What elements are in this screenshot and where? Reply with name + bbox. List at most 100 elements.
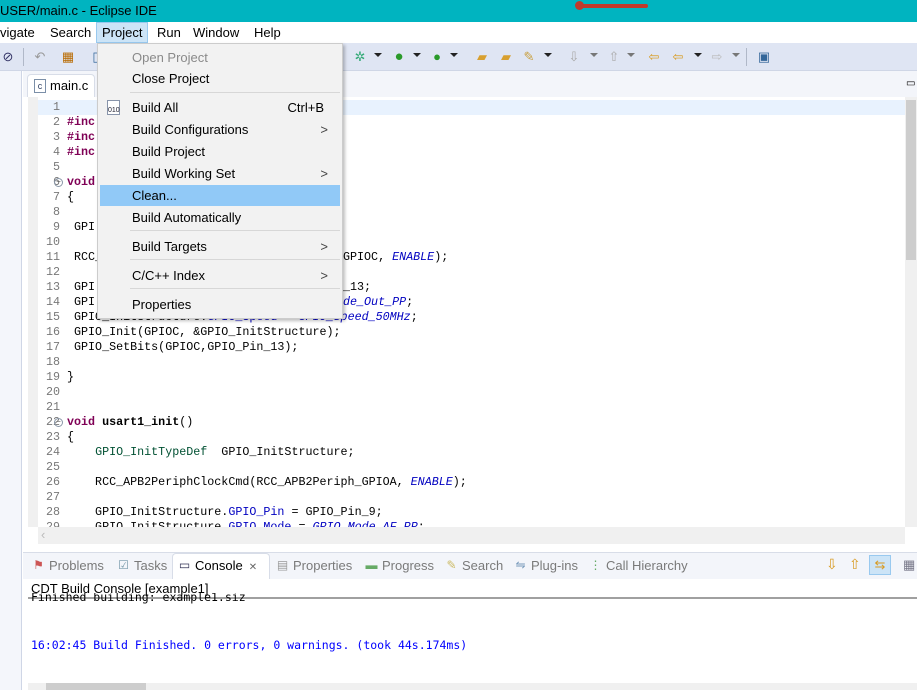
progress-icon: ▬ bbox=[365, 558, 378, 572]
tab-main-c[interactable]: c main.c bbox=[27, 74, 95, 97]
editor-scroll-thumb[interactable] bbox=[906, 100, 916, 260]
scroll-lock-down-icon[interactable]: ⇩ bbox=[826, 556, 838, 573]
menu-item-build-working-set[interactable]: Build Working Set > bbox=[100, 163, 340, 184]
menu-item-build-configurations[interactable]: Build Configurations > bbox=[100, 119, 340, 140]
console-scroll-thumb[interactable] bbox=[46, 683, 146, 690]
menu-item-c-c-index[interactable]: C/C++ Index > bbox=[100, 265, 340, 286]
tab-search[interactable]: ✎ Search bbox=[444, 557, 503, 575]
menu-item-properties[interactable]: Properties bbox=[100, 294, 340, 315]
console-icon: ▭ bbox=[178, 558, 191, 572]
line-number: 21 bbox=[45, 400, 60, 414]
menu-navigate[interactable]: vigate bbox=[0, 22, 40, 43]
code-line[interactable]: 20 bbox=[28, 385, 905, 400]
skip-breakpoints-icon[interactable]: ⊘ bbox=[0, 49, 16, 65]
line-number: 9 bbox=[52, 220, 60, 234]
code-text: { bbox=[67, 190, 75, 204]
open-project-icon[interactable]: ▰ bbox=[474, 49, 490, 65]
tab-plug-ins[interactable]: ⇋ Plug-ins bbox=[513, 557, 578, 575]
tab-problems[interactable]: ⚑ Problems bbox=[31, 557, 104, 575]
next-annotation-dropdown[interactable] bbox=[590, 53, 598, 57]
code-line[interactable]: 17 GPIO_SetBits(GPIOC,GPIO_Pin_13); bbox=[28, 340, 905, 355]
menu-help[interactable]: Help bbox=[249, 22, 286, 43]
menu-item-label: Build Targets bbox=[132, 239, 207, 254]
code-text: GPIO_Init(GPIOC, &GPIO_InitStructure); bbox=[67, 325, 341, 339]
tab-tasks[interactable]: ☑ Tasks bbox=[116, 557, 167, 575]
menu-search[interactable]: Search bbox=[45, 22, 96, 43]
debug-icon[interactable]: ✲ bbox=[352, 49, 368, 65]
back-icon[interactable]: ⇦ bbox=[670, 49, 686, 65]
code-line[interactable]: 16 GPIO_Init(GPIOC, &GPIO_InitStructure)… bbox=[28, 325, 905, 340]
code-line[interactable]: 18 bbox=[28, 355, 905, 370]
run-icon[interactable]: ● bbox=[391, 49, 407, 65]
menu-window[interactable]: Window bbox=[188, 22, 244, 43]
menu-item-label: Build Configurations bbox=[132, 122, 249, 137]
line-number: 4 bbox=[52, 145, 60, 159]
code-line[interactable]: 29 GPIO_InitStructure.GPIO_Mode = GPIO_M… bbox=[28, 520, 905, 527]
menu-item-build-targets[interactable]: Build Targets > bbox=[100, 236, 340, 257]
code-text: GPI bbox=[67, 220, 96, 234]
tab-console[interactable]: ▭ Console ✕ bbox=[177, 557, 257, 575]
editor-ruler bbox=[28, 97, 38, 527]
forward-dropdown[interactable] bbox=[732, 53, 740, 57]
line-number: 12 bbox=[45, 265, 60, 279]
code-line[interactable]: 26 RCC_APB2PeriphClockCmd(RCC_APB2Periph… bbox=[28, 475, 905, 490]
code-line[interactable]: 19} bbox=[28, 370, 905, 385]
menu-project[interactable]: Project bbox=[96, 22, 149, 43]
fold-toggle-icon[interactable]: − bbox=[54, 418, 63, 427]
prev-annotation-icon[interactable]: ⇧ bbox=[606, 49, 622, 65]
code-line[interactable]: 23 { bbox=[28, 430, 905, 445]
undo-icon[interactable]: ↶ bbox=[32, 49, 48, 65]
minimize-editor-icon[interactable]: ▭ bbox=[906, 78, 915, 89]
tab-call-hierarchy[interactable]: ⋮ Call Hierarchy bbox=[588, 557, 688, 575]
fold-toggle-icon[interactable]: − bbox=[54, 178, 63, 187]
editor-horizontal-scrollbar[interactable]: ‹ bbox=[38, 527, 905, 544]
menu-item-build-project[interactable]: Build Project bbox=[100, 141, 340, 162]
build-icon[interactable]: ▦ bbox=[60, 49, 76, 65]
menu-item-label: Properties bbox=[132, 297, 192, 312]
line-number: 15 bbox=[45, 310, 60, 324]
code-line[interactable]: 24 GPIO_InitTypeDef GPIO_InitStructure; bbox=[28, 445, 905, 460]
display-console-icon[interactable]: ▦ bbox=[903, 557, 915, 573]
menu-bar: vigate Search Project Run Window Help bbox=[0, 22, 917, 43]
forward-icon[interactable]: ⇨ bbox=[709, 49, 725, 65]
line-number: 19 bbox=[45, 370, 60, 384]
menu-item-close-project[interactable]: Close Project bbox=[100, 68, 340, 89]
line-number: 16 bbox=[45, 325, 60, 339]
code-text: GPIO_InitStructure.GPIO_Mode = GPIO_Mode… bbox=[67, 520, 425, 527]
call-hierarchy-icon: ⋮ bbox=[589, 558, 602, 572]
external-tools-icon[interactable]: ● bbox=[429, 49, 445, 65]
line-number: 29 bbox=[45, 520, 60, 527]
code-line[interactable]: 21 bbox=[28, 400, 905, 415]
code-line[interactable]: 27 bbox=[28, 490, 905, 505]
menu-item-build-all[interactable]: 010 Build All Ctrl+B bbox=[100, 97, 340, 118]
word-wrap-toggle-icon[interactable]: ⇆ bbox=[869, 555, 891, 575]
tab-label: Tasks bbox=[134, 558, 168, 573]
next-annotation-icon[interactable]: ⇩ bbox=[566, 49, 582, 65]
scroll-up-icon[interactable]: ⇧ bbox=[849, 556, 861, 573]
menu-item-open-project[interactable]: Open Project bbox=[100, 47, 340, 68]
new-window-icon[interactable]: ▣ bbox=[756, 49, 772, 65]
menu-item-label: C/C++ Index bbox=[132, 268, 205, 283]
pen-icon[interactable]: ✎ bbox=[521, 49, 537, 65]
menu-run[interactable]: Run bbox=[152, 22, 186, 43]
back-dropdown[interactable] bbox=[694, 53, 702, 57]
line-number: 1 bbox=[52, 100, 60, 114]
tab-properties[interactable]: ▤ Properties bbox=[275, 557, 352, 575]
open-folder-icon[interactable]: ▰ bbox=[498, 49, 514, 65]
debug-dropdown[interactable] bbox=[374, 53, 382, 57]
tab-label: main.c bbox=[50, 78, 89, 93]
close-console-icon[interactable]: ✕ bbox=[249, 562, 257, 573]
code-line[interactable]: 25 bbox=[28, 460, 905, 475]
external-tools-dropdown[interactable] bbox=[450, 53, 458, 57]
tab-progress[interactable]: ▬ Progress bbox=[364, 557, 435, 575]
prev-annotation-dropdown[interactable] bbox=[627, 53, 635, 57]
run-dropdown[interactable] bbox=[413, 53, 421, 57]
menu-item-build-automatically[interactable]: Build Automatically bbox=[100, 207, 340, 228]
code-line[interactable]: 28 GPIO_InitStructure.GPIO_Pin = GPIO_Pi… bbox=[28, 505, 905, 520]
menu-item-clean[interactable]: Clean... bbox=[100, 185, 340, 206]
plug-ins-icon: ⇋ bbox=[515, 558, 526, 572]
console-horizontal-scrollbar[interactable] bbox=[28, 683, 917, 690]
last-edit-icon[interactable]: ⇦ bbox=[646, 49, 662, 65]
code-line[interactable]: 22− void usart1_init() bbox=[28, 415, 905, 430]
pen-dropdown[interactable] bbox=[544, 53, 552, 57]
